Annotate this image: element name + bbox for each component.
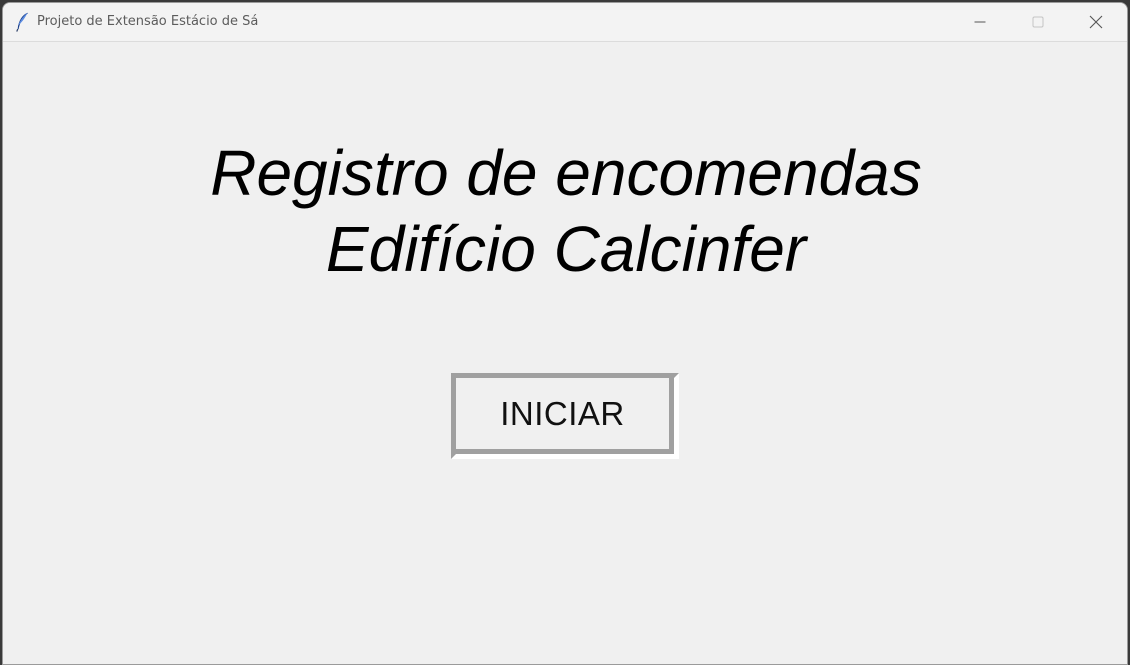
feather-icon xyxy=(15,12,29,32)
maximize-button[interactable] xyxy=(1009,3,1067,41)
page-title-line-2: Edifício Calcinfer xyxy=(325,213,807,285)
start-button-label: INICIAR xyxy=(500,394,625,432)
maximize-icon xyxy=(1032,16,1044,28)
minimize-icon xyxy=(974,16,986,28)
page-title-line-1: Registro de encomendas xyxy=(210,137,922,209)
close-button[interactable] xyxy=(1067,3,1125,41)
close-icon xyxy=(1089,15,1103,29)
window-title: Projeto de Extensão Estácio de Sá xyxy=(37,14,259,29)
main-content: Registro de encomendas Edifício Calcinfe… xyxy=(3,42,1127,664)
app-window: Projeto de Extensão Estácio de Sá Regist… xyxy=(2,2,1128,665)
start-button-frame: INICIAR xyxy=(456,378,674,454)
start-button[interactable]: INICIAR xyxy=(451,373,679,459)
title-bar[interactable]: Projeto de Extensão Estácio de Sá xyxy=(3,3,1127,42)
page-title: Registro de encomendas Edifício Calcinfe… xyxy=(3,135,1127,287)
minimize-button[interactable] xyxy=(951,3,1009,41)
